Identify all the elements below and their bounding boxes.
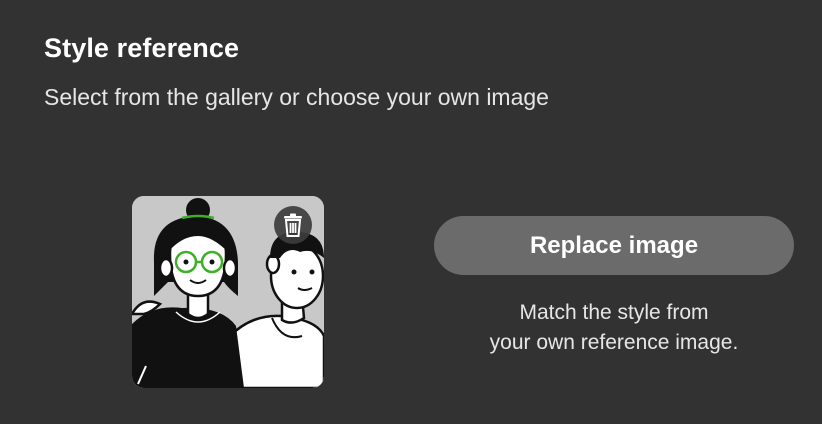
style-reference-panel: Style reference Select from the gallery … — [0, 0, 822, 424]
hint-line-1: Match the style from — [519, 301, 709, 324]
trash-icon — [284, 213, 302, 237]
replace-hint: Match the style from your own reference … — [434, 298, 794, 358]
delete-image-button[interactable] — [274, 206, 312, 244]
panel-subtitle: Select from the gallery or choose your o… — [44, 84, 549, 110]
hint-line-2: your own reference image. — [489, 331, 739, 354]
replace-image-button[interactable]: Replace image — [434, 216, 794, 275]
panel-title: Style reference — [44, 33, 240, 63]
